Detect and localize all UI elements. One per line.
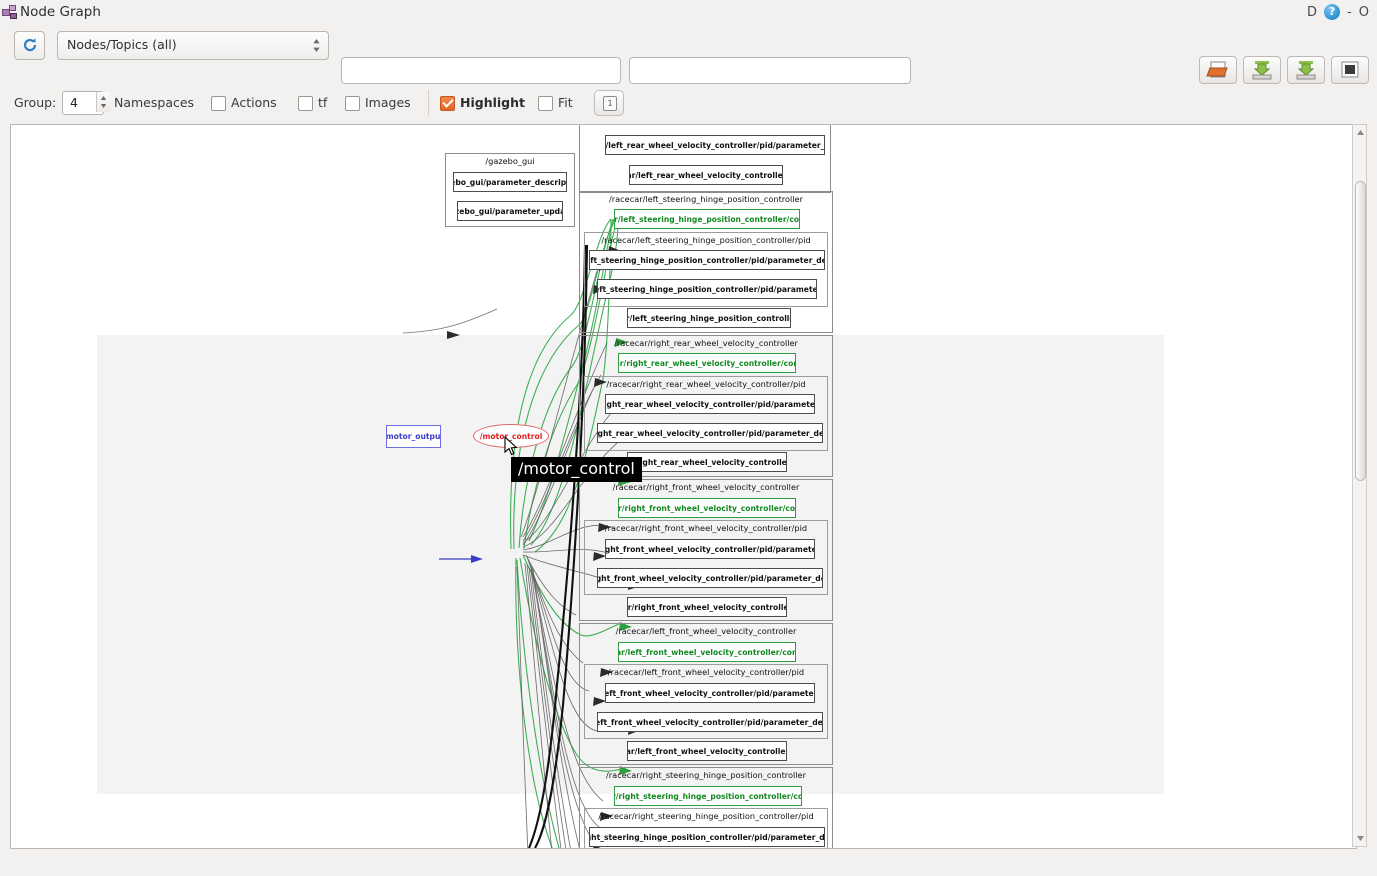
zoom-reset-button[interactable]: 1 — [594, 90, 624, 116]
graph-topic-node[interactable]: /racecar/right_rear_wheel_velocity_contr… — [618, 353, 796, 373]
chevron-updown-icon — [100, 96, 107, 108]
window-right-label: D — [1307, 4, 1318, 20]
graph-topic-node[interactable]: /racecar/right_front_wheel_velocity_cont… — [618, 498, 796, 518]
fullscreen-button[interactable] — [1331, 56, 1369, 84]
open-folder-icon — [1206, 61, 1228, 78]
subcluster-title: /racecar/left_front_wheel_velocity_contr… — [607, 667, 805, 677]
graph-topic-node[interactable]: /racecar/right_steering_hinge_position_c… — [589, 827, 825, 847]
graph-topic-node[interactable]: /racecar/left_steering_hinge_position_co… — [597, 279, 817, 299]
checkbox-highlight-label: Highlight — [460, 95, 525, 110]
checkbox-tf-top-label: tf — [318, 95, 328, 110]
checkbox-highlight[interactable] — [440, 96, 455, 111]
graph-type-value: Nodes/Topics (all) — [67, 37, 177, 52]
graph-canvas[interactable]: /gazebo_gui/gazebo_gui/parameter_descrip… — [10, 124, 1357, 849]
graph-topic-node[interactable]: /racecar/right_rear_wheel_velocity_contr… — [597, 423, 823, 443]
checkbox-fit-label: Fit — [558, 95, 573, 110]
spinner-arrows[interactable] — [96, 92, 110, 112]
graph-layer: /gazebo_gui/gazebo_gui/parameter_descrip… — [11, 125, 1356, 848]
toolbar-divider — [428, 90, 429, 116]
checkbox-actions[interactable] — [211, 96, 226, 111]
subcluster-title: /racecar/right_steering_hinge_position_c… — [598, 811, 814, 821]
graph-topic-node[interactable]: /racecar/left_steering_hinge_position_co… — [589, 250, 825, 270]
graph-topic-node[interactable]: /racecar/left_front_wheel_velocity_contr… — [618, 642, 796, 662]
mouse-cursor — [504, 436, 518, 456]
checkbox-actions-label: Actions — [231, 95, 277, 110]
graph-type-select[interactable]: Nodes/Topics (all) — [57, 31, 329, 60]
checkbox-tf-top[interactable] — [298, 96, 313, 111]
subcluster-title: /racecar/right_front_wheel_velocity_cont… — [604, 523, 808, 533]
cluster-title: /racecar/left_steering_hinge_position_co… — [609, 194, 803, 204]
help-question-icon[interactable]: ? — [1324, 4, 1341, 20]
graph-topic-node[interactable]: /racecar/left_steering_hinge_position_co… — [627, 308, 791, 328]
group-label: Group: — [14, 95, 57, 110]
graph-topic-node[interactable]: /racecar/left_front_wheel_velocity_contr… — [627, 741, 787, 761]
namespaces-label: Namespaces — [114, 95, 195, 110]
graph-topic-node[interactable]: /racecar/left_rear_wheel_velocity_contro… — [629, 165, 783, 185]
graph-topic-node[interactable]: /racecar/right_rear_wheel_velocity_contr… — [605, 394, 815, 414]
checkbox-fit[interactable] — [538, 96, 553, 111]
cluster-title: /racecar/left_front_wheel_velocity_contr… — [615, 626, 797, 636]
save-disk-icon — [1296, 61, 1316, 80]
save-dot-button[interactable] — [1243, 56, 1281, 84]
minimize-button[interactable]: - — [1347, 5, 1352, 20]
checkbox-images-label: Images — [365, 95, 411, 110]
cluster-title: /gazebo_gui — [485, 156, 535, 166]
node-tooltip: /motor_control — [511, 457, 642, 482]
graph-topic-node[interactable]: /racecar/right_rear_wheel_velocity_contr… — [627, 452, 787, 472]
vertical-scrollbar-thumb[interactable] — [1355, 181, 1366, 481]
cluster-title: /racecar/right_rear_wheel_velocity_contr… — [614, 338, 798, 348]
node-graph-window: Node Graph D ? - O Nodes/Topics (all) Gr… — [0, 0, 1377, 876]
topic-filter-input[interactable] — [341, 57, 621, 84]
graph-topic-node[interactable]: /racecar/left_rear_wheel_velocity_contro… — [605, 135, 825, 155]
graph-topic-node[interactable]: /racecar/left_front_wheel_velocity_contr… — [597, 712, 823, 732]
scroll-up-arrow-icon[interactable] — [1355, 127, 1366, 138]
scroll-down-arrow-icon[interactable] — [1355, 833, 1366, 844]
zoom-reset-glyph: 1 — [603, 96, 617, 111]
graph-topic-node[interactable]: /racecar/right_front_wheel_velocity_cont… — [597, 568, 823, 588]
graph-topic-node[interactable]: /racecar/left_steering_hinge_position_co… — [614, 209, 800, 229]
graph-topic-node[interactable]: /racecar/left_front_wheel_velocity_contr… — [605, 683, 815, 703]
window-title: Node Graph — [20, 4, 101, 20]
node-graph-icon — [2, 5, 17, 19]
maximize-button[interactable]: O — [1359, 5, 1369, 20]
group-value: 4 — [70, 95, 78, 110]
refresh-button[interactable] — [14, 31, 45, 60]
checkbox-images[interactable] — [345, 96, 360, 111]
cluster-title: /racecar/right_front_wheel_velocity_cont… — [612, 482, 800, 492]
group-spinner[interactable]: 4 — [62, 91, 110, 115]
node-filter-input[interactable] — [629, 57, 911, 84]
graph-topic-node[interactable]: /racecar/right_steering_hinge_position_c… — [614, 786, 802, 806]
cluster-title: /racecar/right_steering_hinge_position_c… — [606, 770, 806, 780]
subcluster-title: /racecar/left_steering_hinge_position_co… — [601, 235, 811, 245]
refresh-icon — [23, 38, 37, 52]
window-controls: D ? - O — [1307, 4, 1369, 20]
graph-node[interactable]: /motor_output — [386, 425, 441, 448]
toolbar: Nodes/Topics (all) Group: 4 Namespaces A… — [0, 26, 1377, 142]
subcluster-title: /racecar/right_rear_wheel_velocity_contr… — [606, 379, 806, 389]
chevron-updown-icon — [313, 39, 320, 52]
title-bar: Node Graph D ? - O — [0, 0, 1377, 26]
vertical-scrollbar[interactable] — [1352, 124, 1367, 847]
graph-topic-node[interactable]: /gazebo_gui/parameter_updates — [457, 201, 563, 221]
graph-topic-node[interactable]: /gazebo_gui/parameter_descriptions — [453, 172, 567, 192]
graph-topic-node[interactable]: /racecar/right_front_wheel_velocity_cont… — [605, 539, 815, 559]
fullscreen-icon — [1341, 61, 1359, 78]
load-dot-button[interactable] — [1199, 56, 1237, 84]
save-image-button[interactable] — [1287, 56, 1325, 84]
save-disk-icon — [1252, 61, 1272, 80]
graph-topic-node[interactable]: /racecar/right_front_wheel_velocity_cont… — [627, 597, 787, 617]
